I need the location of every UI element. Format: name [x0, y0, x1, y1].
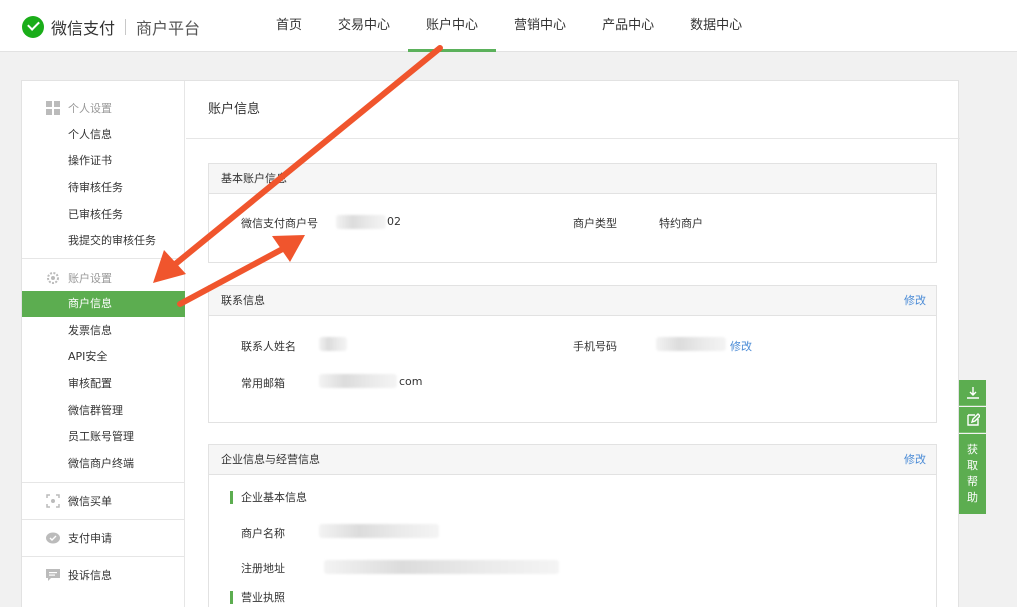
- sidebar-group-account: 账户设置: [22, 265, 185, 291]
- address-label: 注册地址: [241, 562, 285, 575]
- redacted-contact-name: [319, 337, 347, 351]
- sidebar-link-label: 微信买单: [68, 494, 112, 508]
- license-subheading: 营业执照: [230, 591, 285, 604]
- sidebar-link-label: 支付申请: [68, 531, 112, 545]
- card-title: 企业信息与经营信息: [221, 453, 320, 466]
- chat-bubble-icon: [46, 531, 60, 545]
- sidebar-link-payment-apply[interactable]: 支付申请: [22, 519, 185, 555]
- main-panel: 个人设置 个人信息 操作证书 待审核任务 已审核任务 我提交的审核任务 账户设置…: [21, 80, 960, 607]
- sidebar-group-label: 个人设置: [68, 102, 112, 115]
- basic-info-card: 基本账户信息 微信支付商户号 02 商户类型 特约商户: [208, 163, 937, 263]
- sidebar-item-staff-accounts[interactable]: 员工账号管理: [22, 424, 185, 450]
- phone-edit-link[interactable]: 修改: [730, 338, 752, 354]
- sidebar: 个人设置 个人信息 操作证书 待审核任务 已审核任务 我提交的审核任务 账户设置…: [22, 81, 185, 607]
- sidebar-group-personal: 个人设置: [22, 95, 185, 121]
- grid-icon: [46, 101, 60, 115]
- nav-trade-center[interactable]: 交易中心: [320, 0, 408, 52]
- content-area: 账户信息 基本账户信息 微信支付商户号 02 商户类型 特约商户 联系信息 修改…: [186, 81, 960, 607]
- nav-product-center[interactable]: 产品中心: [584, 0, 672, 52]
- merchant-id-label: 微信支付商户号: [241, 217, 318, 230]
- contact-name-label: 联系人姓名: [241, 340, 296, 353]
- redacted-email: [319, 374, 397, 388]
- page-title: 账户信息: [208, 102, 261, 117]
- sidebar-divider: [22, 258, 185, 259]
- merchant-type-label: 商户类型: [573, 217, 617, 230]
- email-value: com: [399, 375, 423, 388]
- merchant-name-label: 商户名称: [241, 527, 285, 540]
- nav-marketing-center[interactable]: 营销中心: [496, 0, 584, 52]
- sidebar-item-wechat-group[interactable]: 微信群管理: [22, 398, 185, 424]
- redacted-merchant-name: [319, 524, 439, 538]
- sidebar-link-label: 投诉信息: [68, 568, 112, 582]
- edit-icon: [966, 412, 980, 426]
- platform-name: 商户平台: [136, 19, 201, 38]
- brand-divider: [125, 19, 127, 35]
- sidebar-item-api-security[interactable]: API安全: [22, 344, 185, 370]
- merchant-id-value: 02: [387, 215, 401, 228]
- title-divider: [186, 138, 960, 139]
- help-char: 助: [967, 491, 978, 504]
- brand-logo[interactable]: 微信支付 商户平台: [22, 15, 200, 39]
- sidebar-item-pending-tasks[interactable]: 待审核任务: [22, 175, 185, 201]
- nav-account-center[interactable]: 账户中心: [408, 0, 497, 52]
- help-char: 帮: [967, 475, 978, 488]
- help-char: 取: [967, 459, 978, 472]
- redacted-phone: [656, 337, 726, 351]
- card-title: 联系信息: [221, 294, 265, 307]
- download-button[interactable]: [959, 380, 986, 406]
- sidebar-item-certificate[interactable]: 操作证书: [22, 148, 185, 174]
- sidebar-group-label: 账户设置: [68, 272, 112, 285]
- merchant-type-value: 特约商户: [659, 217, 703, 230]
- contact-info-heading: 联系信息 修改: [209, 286, 936, 316]
- nav-home[interactable]: 首页: [258, 0, 320, 52]
- email-label: 常用邮箱: [241, 377, 285, 390]
- sidebar-link-complaints[interactable]: 投诉信息: [22, 556, 185, 592]
- sidebar-link-wechat-pay-bill[interactable]: 微信买单: [22, 482, 185, 518]
- get-help-button[interactable]: 获 取 帮 助: [959, 434, 986, 514]
- download-icon: [966, 386, 979, 399]
- enterprise-edit-link[interactable]: 修改: [904, 445, 926, 475]
- sidebar-item-review-config[interactable]: 审核配置: [22, 371, 185, 397]
- top-navigation-bar: 微信支付 商户平台 首页 交易中心 账户中心 营销中心 产品中心 数据中心: [0, 0, 1017, 52]
- sidebar-item-invoice-info[interactable]: 发票信息: [22, 318, 185, 344]
- scan-icon: [46, 493, 60, 508]
- feedback-button[interactable]: [959, 407, 986, 433]
- message-icon: [46, 568, 60, 582]
- main-nav: 首页 交易中心 账户中心 营销中心 产品中心 数据中心: [258, 0, 760, 52]
- sidebar-item-merchant-terminal[interactable]: 微信商户终端: [22, 451, 185, 477]
- wechat-pay-logo-icon: [22, 16, 44, 38]
- enterprise-basic-subheading: 企业基本信息: [230, 491, 307, 504]
- contact-info-card: 联系信息 修改 联系人姓名 手机号码 修改 常用邮箱 com: [208, 285, 937, 423]
- sidebar-item-submitted-tasks[interactable]: 我提交的审核任务: [22, 228, 185, 254]
- help-char: 获: [967, 443, 978, 456]
- redacted-merchant-id: [336, 215, 386, 229]
- sidebar-item-personal-info[interactable]: 个人信息: [22, 122, 185, 148]
- brand-name: 微信支付: [51, 19, 116, 38]
- enterprise-info-heading: 企业信息与经营信息 修改: [209, 445, 936, 475]
- phone-label: 手机号码: [573, 340, 617, 353]
- card-title: 基本账户信息: [221, 172, 287, 185]
- sidebar-item-merchant-info[interactable]: 商户信息: [22, 291, 185, 317]
- gear-icon: [46, 271, 60, 285]
- contact-edit-link[interactable]: 修改: [904, 286, 926, 316]
- nav-data-center[interactable]: 数据中心: [672, 0, 760, 52]
- enterprise-info-card: 企业信息与经营信息 修改 企业基本信息 商户名称 注册地址 营业执照: [208, 444, 937, 607]
- basic-info-heading: 基本账户信息: [209, 164, 936, 194]
- redacted-address: [324, 560, 559, 574]
- sidebar-item-reviewed-tasks[interactable]: 已审核任务: [22, 202, 185, 228]
